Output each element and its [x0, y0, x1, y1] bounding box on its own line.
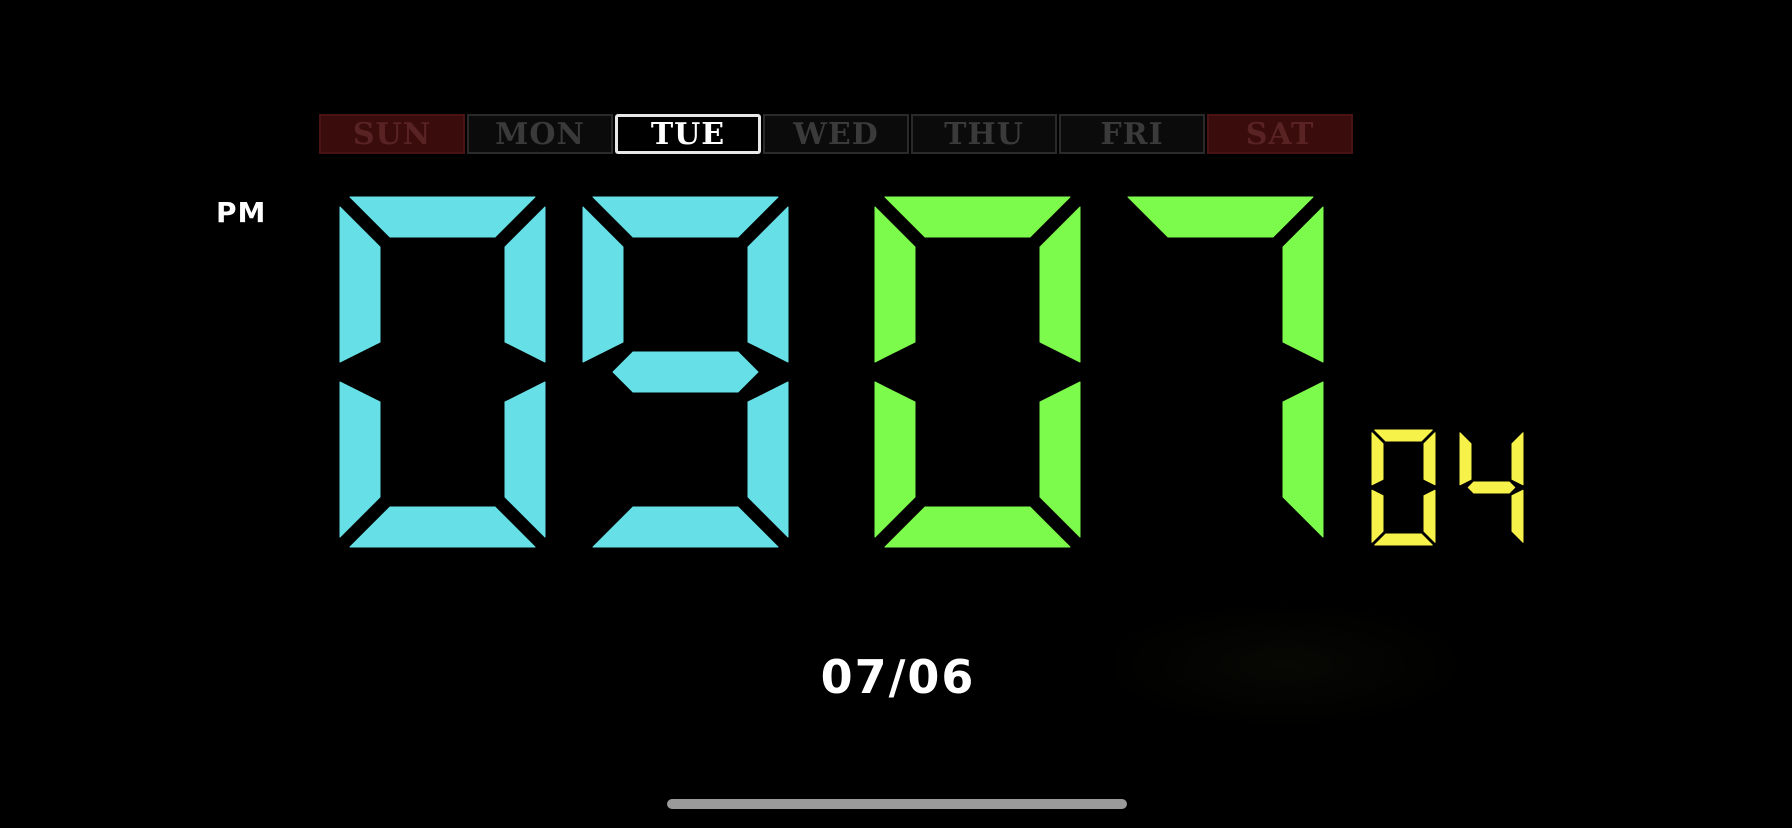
minute-ones-digit-segment-c — [1282, 381, 1324, 538]
second-tens-digit-segment-b — [1423, 432, 1436, 486]
second-ones-digit-segment-b — [1511, 432, 1524, 486]
second-tens-digit — [1371, 429, 1436, 546]
second-tens-digit-segment-a — [1374, 429, 1433, 442]
minute-tens-digit-segment-f — [874, 206, 916, 363]
second-tens-digit-segment-c — [1423, 489, 1436, 543]
second-ones-digit-segment-g — [1467, 481, 1516, 494]
minute-tens-digit — [874, 196, 1081, 548]
second-tens-digit-segment-e — [1371, 489, 1384, 543]
hour-tens-digit — [339, 196, 546, 548]
second-ones-digit — [1459, 432, 1524, 543]
hour-tens-digit-segment-a — [349, 196, 536, 238]
hour-ones-digit-segment-a — [592, 196, 779, 238]
hour-tens-digit-segment-e — [339, 381, 381, 538]
minute-tens-digit-segment-e — [874, 381, 916, 538]
minute-tens-digit-segment-c — [1039, 381, 1081, 538]
second-ones-digit-segment-f — [1459, 432, 1472, 486]
minute-ones-digit-segment-a — [1127, 196, 1314, 238]
hour-tens-digit-segment-c — [504, 381, 546, 538]
minute-ones-digit-segment-b — [1282, 206, 1324, 363]
second-ones-digit-segment-c — [1511, 489, 1524, 543]
hour-ones-digit-segment-c — [747, 381, 789, 538]
hour-ones-digit — [582, 196, 789, 548]
minute-ones-digit — [1127, 196, 1324, 538]
hour-ones-digit-segment-g — [612, 351, 759, 393]
date-display: 07/06 — [820, 650, 976, 704]
minute-tens-digit-segment-b — [1039, 206, 1081, 363]
home-indicator[interactable] — [667, 799, 1127, 809]
second-tens-digit-segment-d — [1374, 533, 1433, 546]
minute-tens-digit-segment-d — [884, 506, 1071, 548]
hour-ones-digit-segment-f — [582, 206, 624, 363]
hour-tens-digit-segment-d — [349, 506, 536, 548]
minute-tens-digit-segment-a — [884, 196, 1071, 238]
hour-ones-digit-segment-b — [747, 206, 789, 363]
second-tens-digit-segment-f — [1371, 432, 1384, 486]
hour-tens-digit-segment-f — [339, 206, 381, 363]
hour-ones-digit-segment-d — [592, 506, 779, 548]
hour-tens-digit-segment-b — [504, 206, 546, 363]
